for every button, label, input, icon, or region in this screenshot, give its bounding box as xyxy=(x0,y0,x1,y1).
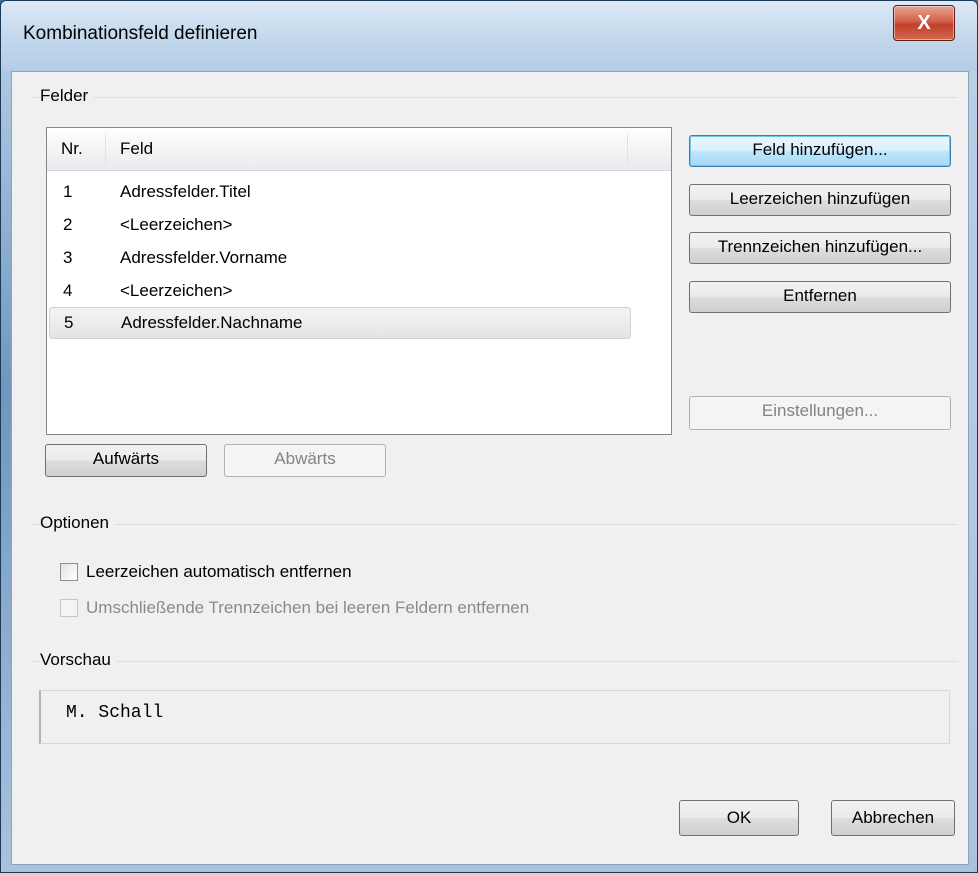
settings-button[interactable]: Einstellungen... xyxy=(689,396,951,430)
list-item[interactable]: 2 <Leerzeichen> xyxy=(49,210,629,240)
column-separator[interactable] xyxy=(105,134,106,166)
row-nr: 2 xyxy=(63,215,73,234)
row-feld: <Leerzeichen> xyxy=(120,215,233,234)
dialog-window: Kombinationsfeld definieren X Felder Nr.… xyxy=(0,0,978,873)
row-feld: Adressfelder.Vorname xyxy=(120,248,288,267)
fields-listview[interactable]: Nr. Feld 1 Adressfelder.Titel 2 <Leerzei… xyxy=(46,127,672,435)
remove-separators-label[interactable]: Umschließende Trennzeichen bei leeren Fe… xyxy=(86,596,529,620)
row-nr: 1 xyxy=(63,182,73,201)
close-icon: X xyxy=(917,11,931,34)
felder-group-label: Felder xyxy=(40,86,95,106)
auto-remove-spaces-checkbox[interactable] xyxy=(60,563,78,581)
remove-button[interactable]: Entfernen xyxy=(689,281,951,313)
add-field-button[interactable]: Feld hinzufügen... xyxy=(689,135,951,167)
cancel-button[interactable]: Abbrechen xyxy=(831,800,955,836)
column-header-nr[interactable]: Nr. xyxy=(61,128,83,170)
remove-separators-option[interactable]: Umschließende Trennzeichen bei leeren Fe… xyxy=(60,596,660,620)
row-nr: 4 xyxy=(63,281,73,300)
move-up-button[interactable]: Aufwärts xyxy=(45,444,207,477)
auto-remove-spaces-option[interactable]: Leerzeichen automatisch entfernen xyxy=(60,560,560,584)
row-nr: 5 xyxy=(64,313,74,332)
list-item[interactable]: 4 <Leerzeichen> xyxy=(49,276,629,306)
vorschau-group-label: Vorschau xyxy=(40,650,117,670)
close-button[interactable]: X xyxy=(893,5,955,41)
add-space-button[interactable]: Leerzeichen hinzufügen xyxy=(689,184,951,216)
column-separator[interactable] xyxy=(627,134,628,166)
ok-button[interactable]: OK xyxy=(679,800,799,836)
row-feld: Adressfelder.Titel xyxy=(120,182,251,201)
optionen-group-label: Optionen xyxy=(40,513,115,533)
optionen-group-line xyxy=(32,524,958,525)
window-title: Kombinationsfeld definieren xyxy=(23,23,258,44)
preview-box: M. Schall xyxy=(39,690,950,744)
preview-text: M. Schall xyxy=(66,703,164,723)
move-down-button[interactable]: Abwärts xyxy=(224,444,386,477)
row-nr: 3 xyxy=(63,248,73,267)
auto-remove-spaces-label[interactable]: Leerzeichen automatisch entfernen xyxy=(86,560,352,584)
list-item[interactable]: 3 Adressfelder.Vorname xyxy=(49,243,629,273)
row-feld: Adressfelder.Nachname xyxy=(121,313,303,332)
add-separator-button[interactable]: Trennzeichen hinzufügen... xyxy=(689,232,951,264)
window-frame-left xyxy=(1,71,11,872)
vorschau-group-line xyxy=(32,661,958,662)
dialog-client-area: Felder Nr. Feld 1 Adressfelder.Titel 2 <… xyxy=(11,71,969,865)
column-header-feld[interactable]: Feld xyxy=(120,128,153,170)
list-item-selected[interactable]: 5 Adressfelder.Nachname xyxy=(49,307,631,339)
row-feld: <Leerzeichen> xyxy=(120,281,233,300)
title-bar[interactable]: Kombinationsfeld definieren X xyxy=(1,1,977,71)
remove-separators-checkbox[interactable] xyxy=(60,599,78,617)
list-item[interactable]: 1 Adressfelder.Titel xyxy=(49,177,629,207)
listview-header: Nr. Feld xyxy=(47,128,671,171)
felder-group-line xyxy=(32,97,958,98)
